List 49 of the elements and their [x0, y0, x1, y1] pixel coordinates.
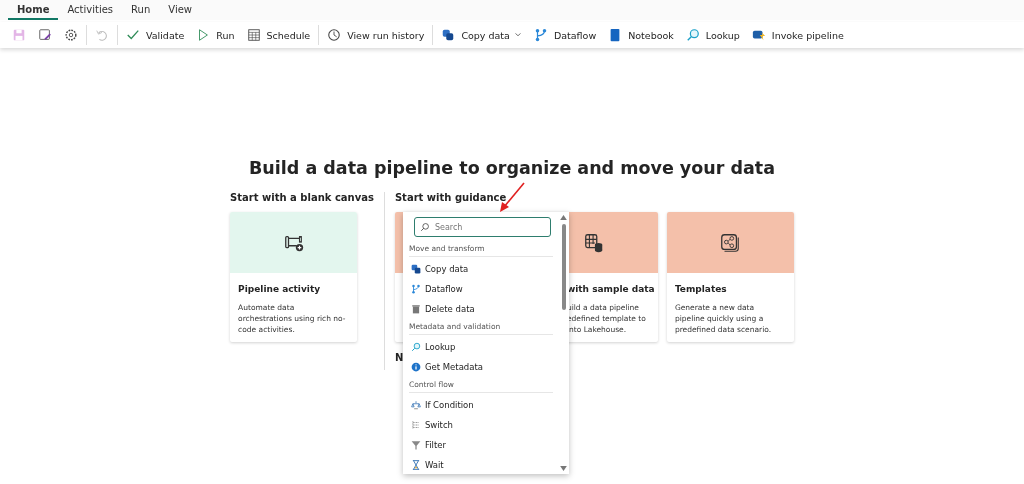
section-title: Start with a blank canvas	[230, 192, 374, 203]
toolbar-button[interactable]: Schedule	[240, 23, 317, 47]
section-title: Start with guidance	[394, 192, 508, 203]
menu-item[interactable]: If Condition	[408, 395, 553, 415]
card-title: Pipeline activity	[238, 284, 322, 294]
scroll-up-icon[interactable]	[560, 215, 568, 220]
toolbar-button[interactable]: Invoke pipeline	[745, 23, 850, 47]
toolbar-button[interactable]: View run history	[321, 23, 431, 47]
menu-item[interactable]: Wait	[408, 455, 553, 474]
history-icon	[327, 28, 342, 42]
run-icon	[196, 28, 211, 42]
settings-icon	[64, 28, 78, 42]
scrollbar[interactable]	[558, 212, 569, 474]
ribbon-tab[interactable]: Run	[122, 0, 160, 20]
delete-icon	[410, 304, 421, 314]
page-heading: Build a data pipeline to organize and move your data	[249, 158, 775, 178]
scroll-down-icon[interactable]	[560, 466, 568, 471]
menu-item[interactable]: Filter	[408, 435, 553, 455]
undo-icon	[95, 28, 109, 42]
lookup-icon	[410, 342, 421, 352]
validate-icon	[126, 28, 140, 42]
ribbon-tab[interactable]: View	[159, 0, 201, 20]
info-icon	[410, 362, 421, 372]
toolbar-button[interactable]: Dataflow	[527, 23, 603, 47]
schedule-icon	[246, 28, 261, 42]
search-icon	[419, 222, 430, 232]
switch-icon	[410, 420, 421, 430]
ribbon-tab[interactable]: Activities	[58, 0, 123, 20]
wait-icon	[410, 460, 421, 470]
save-as-icon	[38, 28, 52, 42]
copy-icon	[410, 264, 421, 274]
section-title: N	[394, 352, 405, 363]
menu-item[interactable]: Get Metadata	[408, 357, 553, 377]
toolbar-button[interactable]: Copy data	[435, 23, 528, 47]
ribbon-tab[interactable]: Home	[8, 0, 59, 20]
toolbar-button[interactable]: Run	[190, 23, 241, 47]
template-icon	[719, 231, 742, 254]
menu-item[interactable]: Switch	[408, 415, 553, 435]
lookup-icon	[685, 28, 700, 42]
filter-icon	[410, 440, 421, 450]
dataflow-icon	[410, 284, 421, 294]
save-icon	[12, 28, 26, 42]
copy-icon	[441, 28, 456, 42]
toolbar-button[interactable]: Notebook	[602, 23, 680, 47]
toolbar-button[interactable]: Lookup	[679, 23, 746, 47]
dataflow-icon	[533, 28, 548, 42]
toolbar-button[interactable]: Validate	[120, 23, 191, 47]
search-field[interactable]: Search	[413, 217, 551, 237]
card-title: Templates	[674, 284, 728, 294]
